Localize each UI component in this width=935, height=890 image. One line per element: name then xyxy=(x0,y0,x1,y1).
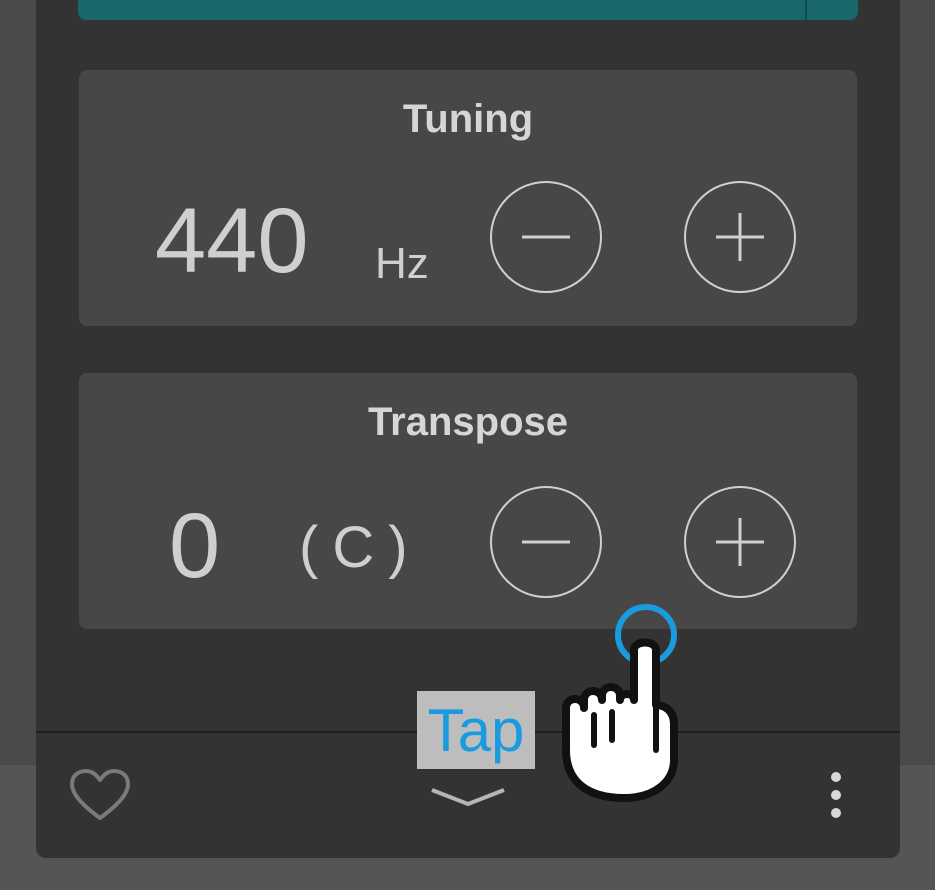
transpose-card: Transpose 0 (C) xyxy=(79,373,857,629)
chevron-down-icon[interactable] xyxy=(428,782,508,810)
tuning-unit: Hz xyxy=(375,239,429,288)
plus-icon xyxy=(716,213,764,261)
more-vertical-icon[interactable] xyxy=(826,770,846,820)
minus-icon xyxy=(522,235,570,239)
tuning-card: Tuning 440 Hz xyxy=(79,70,857,326)
transpose-increase-button[interactable] xyxy=(684,486,796,598)
plus-icon xyxy=(716,518,764,566)
transpose-value: 0 xyxy=(169,495,221,597)
teal-header-bar[interactable] xyxy=(78,0,858,20)
tuning-decrease-button[interactable] xyxy=(490,181,602,293)
transpose-decrease-button[interactable] xyxy=(490,486,602,598)
teal-bar-divider xyxy=(805,0,807,20)
heart-icon[interactable] xyxy=(68,768,132,824)
transpose-key: (C) xyxy=(299,515,422,580)
minus-icon xyxy=(522,540,570,544)
tap-hand-icon xyxy=(562,604,678,802)
tuning-value: 440 xyxy=(155,190,309,292)
tap-label: Tap xyxy=(417,691,535,769)
tuning-increase-button[interactable] xyxy=(684,181,796,293)
transpose-title: Transpose xyxy=(367,400,569,444)
tuning-title: Tuning xyxy=(402,97,534,141)
